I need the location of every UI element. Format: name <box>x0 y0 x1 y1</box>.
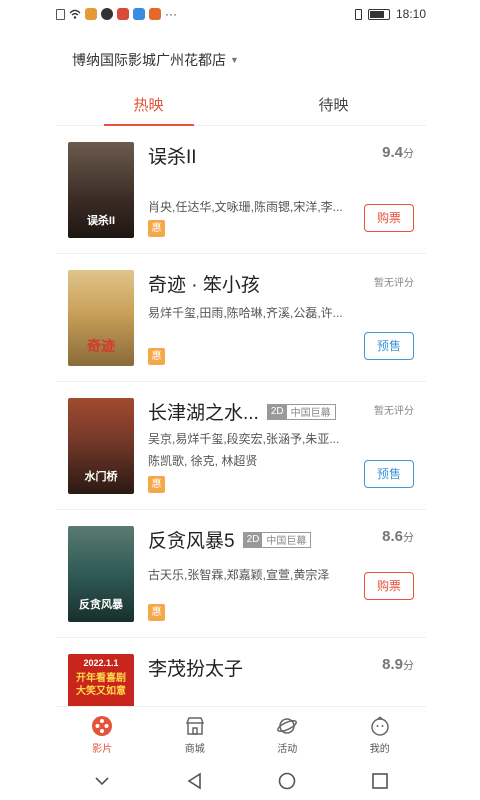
movie-score: 9.4分 <box>382 144 414 161</box>
movie-title: 奇迹 · 笨小孩 <box>148 270 260 297</box>
score-unit: 分 <box>403 660 414 672</box>
movie-row[interactable]: 奇迹 奇迹 · 笨小孩 暂无评分 易烊千玺,田雨,陈哈琳,齐溪,公磊,许... … <box>56 254 426 382</box>
buy-ticket-button[interactable]: 购票 <box>364 572 414 600</box>
movie-poster[interactable]: 误杀II <box>68 142 134 238</box>
vibrate-icon <box>354 8 362 20</box>
nav-label: 我的 <box>369 744 390 755</box>
movie-title: 李茂扮太子 <box>148 654 243 681</box>
face-icon <box>371 716 389 736</box>
movie-row[interactable]: 水门桥 长津湖之水... 2D 中国巨幕 暂无评分 吴京,易烊千玺,段奕宏,张涵… <box>56 382 426 510</box>
movie-cast: 吴京,易烊千玺,段奕宏,张涵予,朱亚... <box>148 432 340 446</box>
status-system: 18:10 <box>354 7 426 21</box>
poster-title: 反贪风暴 <box>79 599 123 611</box>
format-tag: 2D 中国巨幕 <box>242 531 312 548</box>
movie-title-text: 长津湖之水... <box>148 403 259 424</box>
home-icon[interactable] <box>278 772 296 790</box>
nav-label: 商城 <box>184 744 205 755</box>
caret-down-icon: ▼ <box>230 55 239 65</box>
system-nav-bar <box>56 762 426 800</box>
format-2d: 2D <box>243 532 263 547</box>
app-icon-3 <box>117 8 129 20</box>
poster-title: 水门桥 <box>84 471 118 483</box>
poster-title: 奇迹 <box>87 338 115 354</box>
tab-coming-soon[interactable]: 待映 <box>241 88 426 125</box>
discount-badge: 惠 <box>148 476 165 493</box>
status-notifications: ··· <box>56 7 177 21</box>
movie-cast: 肖央,任达华,文咏珊,陈雨锶,宋洋,李... <box>148 200 343 214</box>
planet-icon <box>277 718 298 734</box>
store-icon <box>185 717 204 735</box>
tab-now-showing[interactable]: 热映 <box>56 88 241 125</box>
sim-icon <box>56 8 65 20</box>
poster-title: 误杀II <box>86 215 116 227</box>
chevron-down-icon[interactable] <box>93 772 111 790</box>
movie-cast: 古天乐,张智霖,郑嘉颖,宣萱,黄宗泽 <box>148 568 330 582</box>
clock: 18:10 <box>395 7 426 21</box>
cinema-selector[interactable]: 博纳国际影城广州花都店 ▼ <box>72 50 239 70</box>
movie-row[interactable]: 2022.1.1 开年看喜剧 大笑又如意 李茂扮太子 8.9分 <box>56 638 426 706</box>
movie-score: 8.6分 <box>382 528 414 545</box>
cinema-name: 博纳国际影城广州花都店 <box>72 52 226 68</box>
app-icon-2 <box>101 8 113 20</box>
battery-icon <box>367 8 390 20</box>
discount-badge: 惠 <box>148 604 165 621</box>
movie-row[interactable]: 误杀II 误杀II 9.4分 肖央,任达华,文咏珊,陈雨锶,宋洋,李... 惠 … <box>56 126 426 254</box>
score-unit: 分 <box>403 532 414 544</box>
poster-title: 开年看喜剧 大笑又如意 <box>76 673 126 697</box>
nav-films[interactable]: 影片 <box>56 707 149 762</box>
movie-score: 暂无评分 <box>374 406 414 417</box>
buy-ticket-button[interactable]: 购票 <box>364 204 414 232</box>
film-reel-icon <box>92 716 113 736</box>
movie-title-text: 误杀II <box>148 147 197 168</box>
presale-button[interactable]: 预售 <box>364 460 414 488</box>
score-value: 8.6 <box>382 528 403 545</box>
discount-badge: 惠 <box>148 220 165 237</box>
movie-list: 误杀II 误杀II 9.4分 肖央,任达华,文咏珊,陈雨锶,宋洋,李... 惠 … <box>56 126 426 706</box>
movie-poster[interactable]: 2022.1.1 开年看喜剧 大笑又如意 <box>68 654 134 706</box>
score-value: 9.4 <box>382 144 403 161</box>
movie-poster[interactable]: 奇迹 <box>68 270 134 366</box>
more-notifications-icon: ··· <box>165 7 177 21</box>
movie-cast: 易烊千玺,田雨,陈哈琳,齐溪,公磊,许... <box>148 306 343 320</box>
bottom-nav: 影片 商城 活动 我的 <box>56 706 426 762</box>
format-screen: 中国巨幕 <box>290 408 331 419</box>
movie-row[interactable]: 反贪风暴 反贪风暴5 2D 中国巨幕 8.6分 古天乐,张智霖,郑嘉颖,宣萱,黄… <box>56 510 426 638</box>
discount-badge: 惠 <box>148 348 165 365</box>
movie-score: 8.9分 <box>382 656 414 673</box>
nav-mine[interactable]: 我的 <box>334 707 427 762</box>
nav-label: 活动 <box>277 744 298 755</box>
movie-title-text: 反贪风暴5 <box>148 531 235 552</box>
format-screen: 中国巨幕 <box>266 536 307 547</box>
movie-poster[interactable]: 反贪风暴 <box>68 526 134 622</box>
nav-label: 影片 <box>92 744 113 755</box>
presale-button[interactable]: 预售 <box>364 332 414 360</box>
movie-title-text: 李茂扮太子 <box>148 659 244 680</box>
score-unit: 分 <box>403 148 414 160</box>
score-value: 8.9 <box>382 656 403 673</box>
movie-poster[interactable]: 水门桥 <box>68 398 134 494</box>
movie-title-text: 奇迹 · 笨小孩 <box>148 275 260 296</box>
app-icon-5 <box>149 8 161 20</box>
format-tag: 2D 中国巨幕 <box>266 403 336 420</box>
movie-score: 暂无评分 <box>374 278 414 289</box>
movie-tabs: 热映 待映 <box>56 88 426 126</box>
status-bar: ··· 18:10 <box>56 0 426 28</box>
movie-title: 误杀II <box>148 142 197 169</box>
nav-activities[interactable]: 活动 <box>241 707 334 762</box>
format-2d: 2D <box>267 404 287 419</box>
movie-title: 反贪风暴5 2D 中国巨幕 <box>148 526 312 553</box>
movie-directors: 陈凯歌, 徐克, 林超贤 <box>148 454 258 468</box>
movie-title: 长津湖之水... 2D 中国巨幕 <box>148 398 336 425</box>
nav-mall[interactable]: 商城 <box>149 707 242 762</box>
app-icon-1 <box>85 8 97 20</box>
wifi-icon <box>69 8 81 20</box>
poster-date: 2022.1.1 <box>83 658 119 668</box>
back-icon[interactable] <box>186 772 204 790</box>
recents-icon[interactable] <box>371 772 389 790</box>
app-icon-4 <box>133 8 145 20</box>
